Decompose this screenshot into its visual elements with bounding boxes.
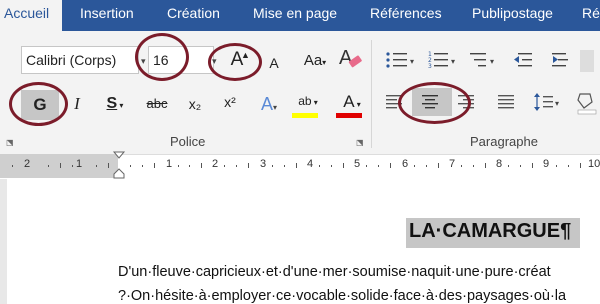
decrease-indent-icon[interactable] <box>514 53 532 67</box>
clear-formatting-icon: A <box>339 47 362 69</box>
strikethrough-button[interactable]: abc <box>144 92 170 116</box>
font-dialog-launcher-icon[interactable]: ⬔ <box>356 138 364 147</box>
svg-text:▾: ▾ <box>490 57 494 66</box>
ruler-ticks <box>12 163 581 168</box>
annotation-circle-bold <box>9 82 68 126</box>
text-effects-button[interactable]: A▾ <box>254 92 284 116</box>
numbering-icon[interactable]: 1 2 3 ▾ <box>428 51 455 70</box>
tab-accueil[interactable]: Accueil <box>0 0 62 31</box>
svg-text:▾: ▾ <box>451 57 455 66</box>
change-case-label: Aa <box>303 52 323 69</box>
annotation-circle-font-size <box>135 33 189 81</box>
font-color-bar <box>336 113 362 118</box>
highlight-label: ab <box>298 94 312 108</box>
italic-label: I <box>74 94 80 113</box>
font-name-field[interactable]: Calibri (Corps) <box>21 46 139 74</box>
text-effects-dropdown-icon: ▾ <box>273 103 278 112</box>
tab-publipostage[interactable]: Publipostage <box>472 0 553 31</box>
sort-icon[interactable] <box>580 50 594 72</box>
tab-revision[interactable]: Ré <box>582 0 600 31</box>
bullets-icon[interactable]: ▾ <box>386 52 414 68</box>
shrink-font-button[interactable]: A <box>265 52 283 74</box>
svg-text:▾: ▾ <box>555 99 559 108</box>
underline-label: S <box>106 95 118 112</box>
annotation-circle-center-align <box>398 82 471 124</box>
font-group-label: Police <box>170 134 206 149</box>
underline-dropdown-icon: ▾ <box>117 101 124 110</box>
svg-text:▾: ▾ <box>410 57 414 66</box>
annotation-circle-grow-font <box>208 43 262 81</box>
document-title[interactable]: LA·CAMARGUE¶ <box>409 220 571 243</box>
clear-formatting-button[interactable]: A <box>337 44 363 72</box>
svg-text:3: 3 <box>428 63 432 70</box>
subscript-label: x₂ <box>188 96 202 112</box>
shrink-font-label: A <box>269 55 279 71</box>
paragraph-row1: ▾ 1 2 3 ▾ ▾ <box>386 50 594 72</box>
tab-insertion[interactable]: Insertion <box>80 0 134 31</box>
multilevel-list-icon[interactable]: ▾ <box>470 53 494 67</box>
shading-icon[interactable] <box>577 93 597 115</box>
change-case-button[interactable]: Aa▾ <box>300 50 330 72</box>
superscript-button[interactable]: x² <box>218 90 242 114</box>
svg-text:A: A <box>339 47 353 69</box>
paragraph-group-label: Paragraphe <box>470 134 538 149</box>
document-line[interactable]: D'un·fleuve·capricieux·et·d'une·mer·soum… <box>118 264 551 280</box>
tab-references[interactable]: Références <box>370 0 442 31</box>
font-color-dropdown-icon: ▾ <box>354 100 361 109</box>
tab-mise-en-page[interactable]: Mise en page <box>253 0 337 31</box>
font-color-label: A <box>343 92 355 111</box>
highlight-color-bar <box>292 113 318 118</box>
superscript-label: x² <box>224 94 236 110</box>
chevron-down-icon: ▾ <box>322 58 327 67</box>
text-effects-label: A <box>260 94 273 114</box>
italic-button[interactable]: I <box>68 92 86 116</box>
subscript-button[interactable]: x₂ <box>183 92 207 116</box>
highlight-dropdown-icon: ▾ <box>311 98 318 107</box>
group-separator <box>371 40 372 148</box>
underline-button[interactable]: S ▾ <box>100 92 130 116</box>
increase-indent-icon[interactable] <box>552 53 568 67</box>
document-line[interactable]: ?·On·hésite·à·employer·ce·vocable·solide… <box>118 288 566 304</box>
justify-icon[interactable] <box>498 95 514 109</box>
clipboard-launcher-icon[interactable]: ⬔ <box>6 138 14 147</box>
line-spacing-icon[interactable]: ▾ <box>534 93 559 111</box>
ribbon-tab-bar: Accueil Insertion Création Mise en page … <box>0 0 600 31</box>
tab-creation[interactable]: Création <box>167 0 220 31</box>
font-color-button[interactable]: A ▾ <box>334 90 370 120</box>
strikethrough-label: abc <box>146 96 168 111</box>
highlight-button[interactable]: ab ▾ <box>290 90 326 120</box>
